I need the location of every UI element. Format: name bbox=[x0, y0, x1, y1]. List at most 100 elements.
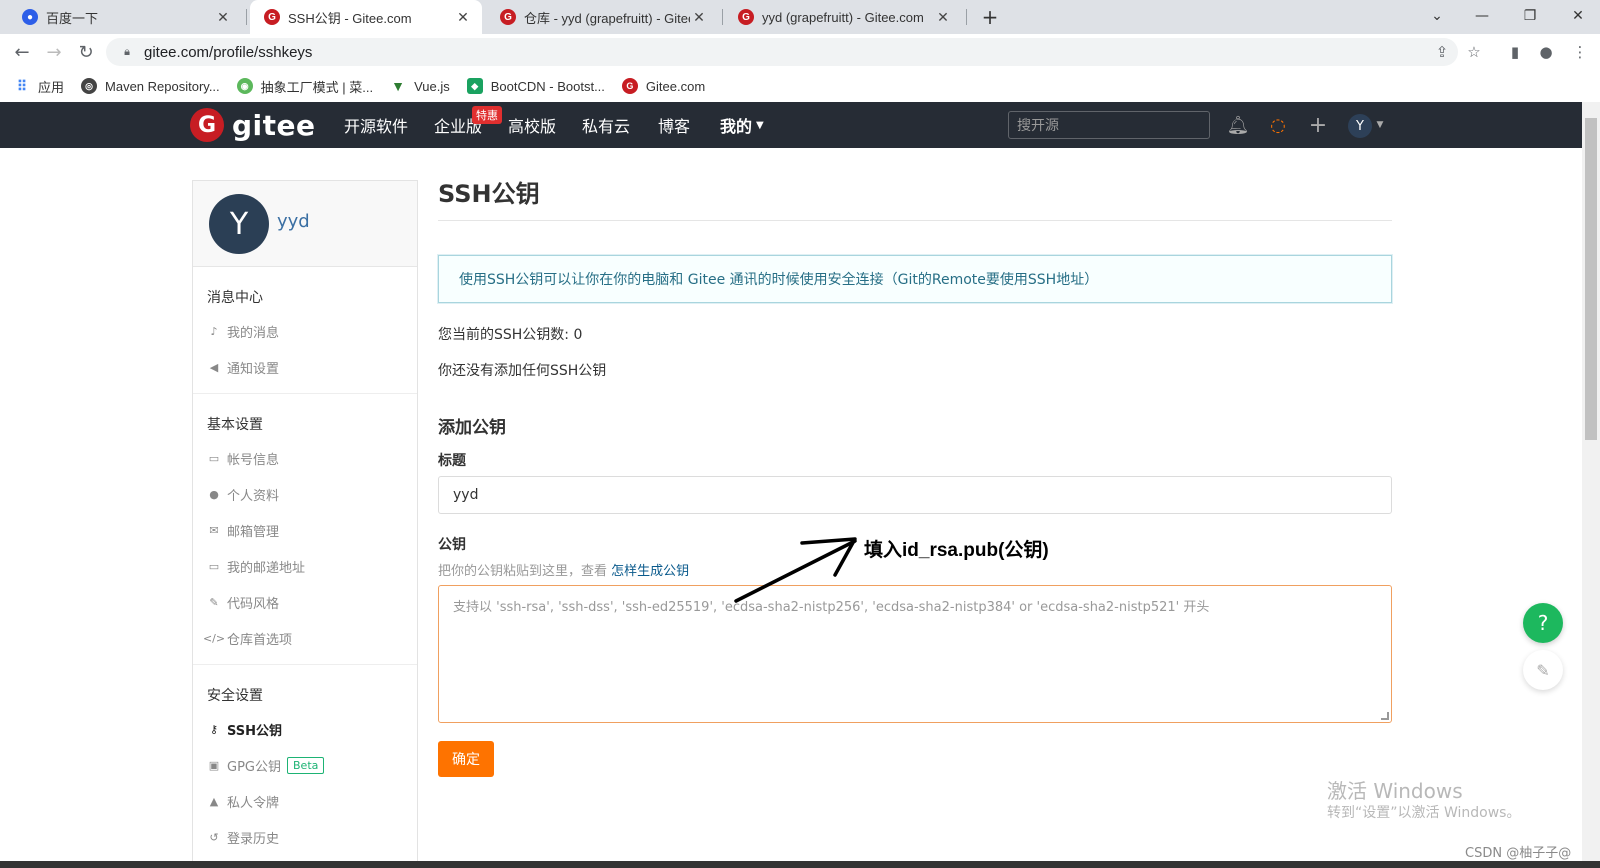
bell-icon[interactable]: 🔔︎ bbox=[1226, 113, 1250, 137]
nav-education[interactable]: 高校版 bbox=[508, 102, 556, 148]
bookmark-maven[interactable]: ◎ Maven Repository... bbox=[81, 78, 220, 94]
sidebar-item-label: GPG公钥 bbox=[227, 759, 281, 775]
tab-separator bbox=[722, 9, 723, 25]
sidebar-item-label: 帐号信息 bbox=[227, 452, 280, 468]
close-icon[interactable]: ✕ bbox=[454, 8, 472, 26]
scrollbar-thumb[interactable] bbox=[1585, 118, 1597, 440]
gitee-g-icon: G bbox=[738, 9, 754, 25]
bookmark-gitee[interactable]: G Gitee.com bbox=[621, 78, 705, 94]
sidebar-item-ssh-keys[interactable]: ⚷ SSH公钥 bbox=[193, 711, 417, 747]
minimize-icon[interactable]: — bbox=[1470, 4, 1494, 28]
url-bar[interactable]: 🔒︎ gitee.com/profile/sshkeys bbox=[106, 38, 1458, 66]
bookmark-bootcdn[interactable]: ◆ BootCDN - Bootst... bbox=[466, 78, 605, 94]
menu-kebab-icon[interactable]: ⋮ bbox=[1570, 42, 1590, 62]
windows-watermark-subtitle: 转到“设置”以激活 Windows。 bbox=[1327, 805, 1521, 821]
sidebar-item-profile[interactable]: ● 个人资料 bbox=[193, 476, 417, 512]
add-key-heading: 添加公钥 bbox=[438, 418, 506, 438]
caret-down-icon: ▼ bbox=[756, 119, 764, 131]
nav-blog[interactable]: 博客 bbox=[658, 102, 690, 148]
tab-title: SSH公钥 - Gitee.com bbox=[288, 10, 412, 26]
csdn-watermark: CSDN @柚子子@ bbox=[1465, 846, 1572, 861]
sidebar-item-code-style[interactable]: ✎ 代码风格 bbox=[193, 584, 417, 620]
forward-arrow-icon[interactable]: → bbox=[42, 40, 66, 64]
username-link[interactable]: yyd bbox=[277, 211, 310, 232]
tab-search-chevron-icon[interactable]: ⌄ bbox=[1425, 4, 1449, 28]
sidebar-group-security: 安全设置 ⚷ SSH公钥 ▣ GPG公钥 Beta ▲ 私人令牌 ↺ 登录历史 bbox=[193, 665, 417, 863]
bookmark-apps[interactable]: ⠿ 应用 bbox=[14, 77, 64, 96]
windows-watermark-title: 激活 Windows bbox=[1327, 779, 1463, 803]
tab-profile[interactable]: G yyd (grapefruitt) - Gitee.com ✕ bbox=[724, 0, 962, 34]
nav-label: 高校版 bbox=[508, 117, 557, 136]
window-close-icon[interactable]: ✕ bbox=[1566, 4, 1590, 28]
bookmark-label: 抽象工厂模式 | 菜... bbox=[260, 79, 374, 95]
sidebar-item-account[interactable]: ▭ 帐号信息 bbox=[193, 440, 417, 476]
tab-repos[interactable]: G 仓库 - yyd (grapefruitt) - Gitee ✕ bbox=[486, 0, 718, 34]
title-input-value: yyd bbox=[453, 487, 479, 503]
nav-open-source[interactable]: 开源软件 bbox=[344, 102, 408, 148]
title-input[interactable]: yyd bbox=[438, 476, 1392, 514]
globe-icon: ◎ bbox=[81, 78, 98, 94]
nav-private-cloud[interactable]: 私有云 bbox=[582, 102, 630, 148]
nav-mine[interactable]: 我的 ▼ bbox=[720, 102, 764, 148]
sidebar-item-email[interactable]: ✉ 邮箱管理 bbox=[193, 512, 417, 548]
plus-icon[interactable]: + bbox=[1306, 113, 1330, 138]
avatar[interactable]: Y bbox=[209, 194, 269, 254]
nav-label: 私有云 bbox=[582, 117, 631, 136]
new-tab-plus-icon[interactable]: + bbox=[978, 5, 1002, 29]
close-icon[interactable]: ✕ bbox=[214, 8, 232, 26]
share-icon[interactable]: ⇪ bbox=[1432, 42, 1452, 62]
help-button[interactable]: ? bbox=[1523, 603, 1563, 643]
gitee-logo[interactable]: G gitee bbox=[190, 108, 316, 142]
lock-icon: 🔒︎ bbox=[124, 45, 130, 58]
sidebar-item-address[interactable]: ▭ 我的邮递地址 bbox=[193, 548, 417, 584]
restore-icon[interactable]: ❐ bbox=[1518, 4, 1542, 28]
tab-baidu[interactable]: ● 百度一下 ✕ bbox=[8, 0, 242, 34]
runoob-icon: ◉ bbox=[236, 78, 253, 94]
close-icon[interactable]: ✕ bbox=[690, 8, 708, 26]
gitee-g-icon: G bbox=[190, 108, 224, 142]
key-icon: ⚷ bbox=[209, 722, 219, 736]
tab-ssh-keys[interactable]: G SSH公钥 - Gitee.com ✕ bbox=[250, 0, 482, 34]
search-input[interactable]: 搜开源 bbox=[1008, 111, 1210, 139]
bookmark-vue[interactable]: ▼ Vue.js bbox=[390, 78, 450, 94]
sidebar-item-my-messages[interactable]: ♪ 我的消息 bbox=[193, 313, 417, 349]
close-icon[interactable]: ✕ bbox=[934, 8, 952, 26]
tab-separator bbox=[966, 9, 967, 25]
caret-down-icon[interactable]: ▼ bbox=[1368, 113, 1392, 137]
sidebar-item-gpg-keys[interactable]: ▣ GPG公钥 Beta bbox=[193, 747, 417, 783]
tab-title: yyd (grapefruitt) - Gitee.com bbox=[762, 9, 924, 25]
side-panel-icon[interactable]: ▮ bbox=[1505, 42, 1525, 62]
lock-icon: ▣ bbox=[208, 758, 220, 772]
sidebar-group-title: 安全设置 bbox=[207, 688, 263, 704]
reload-icon[interactable]: ↻ bbox=[74, 40, 98, 64]
resize-grip-icon[interactable] bbox=[1381, 712, 1389, 720]
key-count-text: 您当前的SSH公钥数: 0 bbox=[438, 327, 583, 343]
bookmark-runoob[interactable]: ◉ 抽象工厂模式 | 菜... bbox=[236, 77, 374, 96]
back-arrow-icon[interactable]: ← bbox=[10, 40, 34, 64]
sidebar-item-private-tokens[interactable]: ▲ 私人令牌 bbox=[193, 783, 417, 819]
sidebar-item-label: 个人资料 bbox=[227, 488, 280, 504]
browser-tab-bar: ● 百度一下 ✕ G SSH公钥 - Gitee.com ✕ G 仓库 - yy… bbox=[0, 0, 1600, 34]
taskbar bbox=[0, 861, 1600, 868]
star-bookmark-icon[interactable]: ☆ bbox=[1464, 42, 1484, 62]
sidebar-item-repo-preferences[interactable]: </> 仓库首选项 bbox=[193, 620, 417, 656]
sidebar-item-login-history[interactable]: ↺ 登录历史 bbox=[193, 819, 417, 855]
tab-title: 百度一下 bbox=[46, 10, 99, 26]
brush-icon: ✎ bbox=[209, 595, 219, 609]
profile-icon[interactable]: ● bbox=[1536, 42, 1556, 62]
submit-button[interactable]: 确定 bbox=[438, 741, 494, 777]
apps-grid-icon: ⠿ bbox=[14, 78, 30, 94]
nav-label: 开源软件 bbox=[344, 117, 409, 136]
bookmark-label: 应用 bbox=[38, 79, 65, 95]
sidebar-group-title: 基本设置 bbox=[207, 417, 263, 433]
id-card-icon: ▭ bbox=[208, 451, 220, 465]
public-key-textarea[interactable]: 支持以 'ssh-rsa', 'ssh-dss', 'ssh-ed25519',… bbox=[438, 585, 1392, 723]
logo-text: gitee bbox=[232, 108, 316, 142]
sidebar-item-notification-settings[interactable]: ◀ 通知设置 bbox=[193, 349, 417, 385]
feedback-edit-icon[interactable]: ✎ bbox=[1523, 650, 1563, 690]
sidebar-item-label: 私人令牌 bbox=[227, 795, 280, 811]
lightbulb-icon[interactable]: ◌ bbox=[1266, 113, 1290, 137]
baidu-paw-icon: ● bbox=[22, 9, 38, 25]
bookmark-label: Maven Repository... bbox=[105, 78, 220, 94]
how-to-generate-key-link[interactable]: 怎样生成公钥 bbox=[611, 564, 689, 579]
